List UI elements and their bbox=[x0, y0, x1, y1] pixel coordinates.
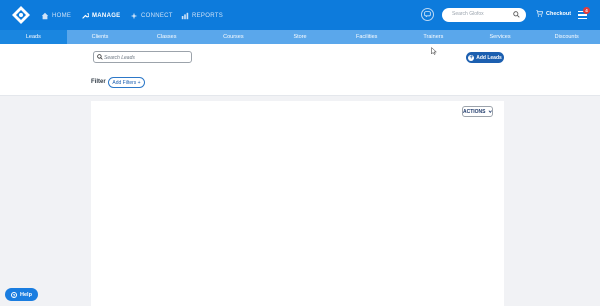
bar-chart-icon bbox=[181, 12, 189, 20]
search-leads-placeholder: Search Leads bbox=[104, 54, 135, 61]
search-leads-input[interactable]: Search Leads bbox=[93, 51, 192, 63]
mouse-cursor-icon bbox=[431, 47, 437, 55]
filter-label: Filter bbox=[91, 79, 106, 85]
cart-icon bbox=[536, 10, 543, 17]
tab-services[interactable]: Services bbox=[467, 30, 534, 44]
add-leads-button[interactable]: + Add Leads bbox=[466, 52, 504, 63]
leads-toolbar bbox=[0, 44, 600, 96]
question-icon: ? bbox=[11, 291, 18, 298]
tab-leads[interactable]: Leads bbox=[0, 30, 67, 44]
top-navigation-bar: HOME MANAGE CONNECT REPORTS Search Glofo… bbox=[0, 0, 600, 30]
sparkle-icon bbox=[130, 12, 138, 20]
nav-item-connect[interactable]: CONNECT bbox=[130, 10, 173, 22]
help-label: Help bbox=[20, 291, 32, 298]
wrench-icon bbox=[82, 13, 89, 19]
tab-trainers[interactable]: Trainers bbox=[400, 30, 467, 44]
add-leads-label: Add Leads bbox=[476, 54, 502, 61]
nav-item-label: HOME bbox=[52, 13, 72, 19]
nav-item-label: MANAGE bbox=[92, 13, 121, 19]
chevron-down-icon bbox=[488, 110, 492, 113]
checkout-button[interactable]: Checkout bbox=[536, 10, 571, 17]
tab-clients[interactable]: Clients bbox=[67, 30, 134, 44]
actions-label: ACTIONS bbox=[463, 108, 486, 115]
chat-bubble-icon bbox=[424, 11, 431, 18]
tab-classes[interactable]: Classes bbox=[133, 30, 200, 44]
global-search-input[interactable]: Search Glofox bbox=[442, 8, 526, 22]
section-tabs: Leads Clients Classes Courses Store Faci… bbox=[0, 30, 600, 44]
add-filters-button[interactable]: Add Filters + bbox=[108, 77, 145, 88]
help-button[interactable]: ? Help bbox=[5, 288, 38, 301]
home-icon bbox=[41, 12, 49, 20]
nav-item-home[interactable]: HOME bbox=[41, 10, 71, 22]
tab-store[interactable]: Store bbox=[267, 30, 334, 44]
search-icon bbox=[97, 54, 103, 60]
nav-item-manage[interactable]: MANAGE bbox=[81, 10, 120, 22]
checkout-label: Checkout bbox=[546, 10, 572, 17]
global-search-placeholder: Search Glofox bbox=[452, 11, 484, 17]
notification-badge: 4 bbox=[583, 7, 590, 14]
nav-item-label: REPORTS bbox=[192, 13, 223, 19]
actions-dropdown-button[interactable]: ACTIONS bbox=[462, 106, 493, 117]
leads-content-panel bbox=[91, 101, 504, 306]
tab-discounts[interactable]: Discounts bbox=[533, 30, 600, 44]
plus-circle-icon: + bbox=[468, 54, 475, 61]
tab-facilities[interactable]: Facilities bbox=[333, 30, 400, 44]
search-icon[interactable] bbox=[513, 11, 520, 18]
tab-courses[interactable]: Courses bbox=[200, 30, 267, 44]
nav-item-label: CONNECT bbox=[141, 13, 173, 19]
nav-item-reports[interactable]: REPORTS bbox=[181, 10, 223, 22]
logo-icon[interactable] bbox=[11, 5, 31, 25]
chat-button[interactable] bbox=[421, 8, 434, 21]
